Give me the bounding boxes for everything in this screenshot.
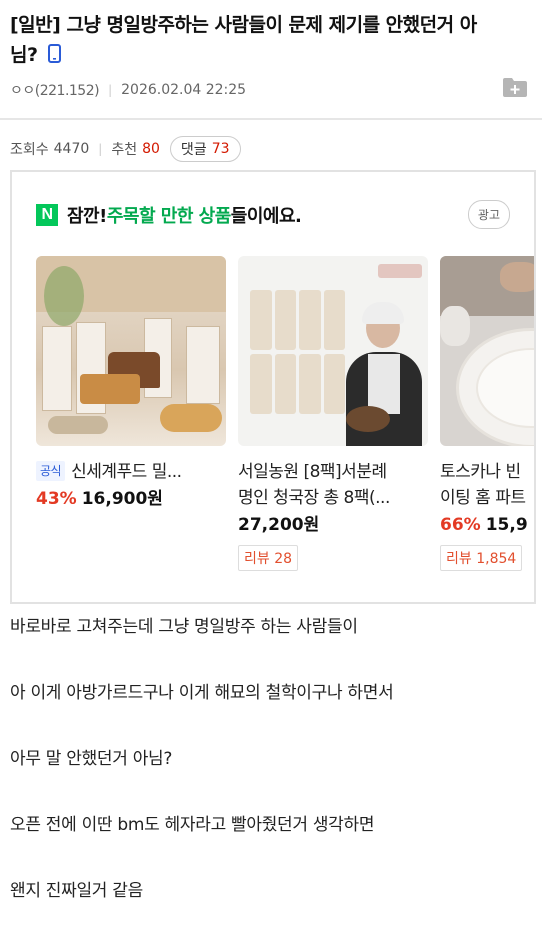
product-card[interactable]: 토스카나 빈 이팅 홈 파트 66% 15,9 리뷰 1,854 — [440, 256, 534, 571]
product-image — [36, 256, 226, 446]
ad-product-carousel: N 잠깐! 주목할 만한 상품 들이에요. 광고 공식 신세계푸드 밀... 43… — [10, 170, 536, 604]
product-price: 43% 16,900원 — [36, 485, 226, 513]
post-title-line1: [일반] 그냥 명일방주하는 사람들이 문제 제기를 안했던거 아 — [10, 14, 477, 36]
ad-heading-prefix: 잠깐! — [67, 206, 107, 227]
post-title-line2: 님? — [10, 44, 38, 66]
post-meta: ㅇㅇ(221.152) | 2026.02.04 22:25 — [10, 80, 246, 100]
product-name-line1: 신세계푸드 밀... — [71, 462, 182, 482]
product-card[interactable]: 공식 신세계푸드 밀... 43% 16,900원 — [36, 256, 226, 513]
product-image — [238, 256, 428, 446]
product-name-line2: 명인 청국장 총 8팩(... — [238, 488, 390, 508]
mobile-phone-icon — [47, 42, 61, 72]
product-price-value: 27,200원 — [238, 515, 320, 535]
product-discount: 66% — [440, 515, 481, 535]
views-label: 조회수 — [10, 142, 49, 158]
product-image — [440, 256, 534, 446]
comments-count: 73 — [211, 141, 230, 157]
product-review-count: 리뷰 28 — [238, 545, 299, 571]
body-text-line: 아 이게 아방가르드구나 이게 해묘의 철학이구나 하면서 — [10, 683, 394, 703]
comments-label: 댓글 — [180, 142, 207, 158]
ad-heading-suffix: 들이에요. — [230, 206, 302, 227]
post-stats: 조회수 4470 | 추천 80 댓글 73 — [10, 136, 241, 162]
folder-add-icon[interactable] — [502, 76, 528, 98]
product-price-value: 15,9 — [485, 515, 528, 535]
ad-heading: N 잠깐! 주목할 만한 상품 들이에요. — [36, 202, 302, 228]
post-datetime: 2026.02.04 22:25 — [121, 82, 247, 98]
post-title: [일반] 그냥 명일방주하는 사람들이 문제 제기를 안했던거 아 님? — [10, 10, 530, 72]
meta-separator: | — [108, 83, 113, 97]
product-name-line1: 토스카나 빈 — [440, 462, 521, 482]
body-text-line: 오픈 전에 이딴 bm도 헤자라고 빨아줬던거 생각하면 — [10, 815, 375, 835]
stats-separator: | — [98, 142, 103, 156]
recommend-count: 80 — [142, 141, 160, 157]
body-text-line: 바로바로 고쳐주는데 그냥 명일방주 하는 사람들이 — [10, 617, 358, 637]
author-name[interactable]: ㅇㅇ(221.152) — [10, 80, 100, 100]
product-price-value: 16,900원 — [81, 489, 163, 509]
body-text-line: 왠지 진짜일거 같음 — [10, 881, 143, 901]
header-divider — [0, 118, 542, 120]
product-name-line2: 이팅 홈 파트 — [440, 488, 526, 508]
product-card[interactable]: 서일농원 [8팩]서분례 명인 청국장 총 8팩(... 27,200원 리뷰 … — [238, 256, 428, 571]
ad-badge[interactable]: 광고 — [467, 200, 510, 229]
views-count: 4470 — [53, 141, 90, 157]
naver-logo-icon: N — [36, 204, 58, 226]
comments-button[interactable]: 댓글 73 — [169, 136, 241, 162]
product-discount: 43% — [36, 489, 77, 509]
product-price: 27,200원 — [238, 511, 428, 539]
recommend-label: 추천 — [111, 142, 138, 158]
ad-heading-highlight: 주목할 만한 상품 — [106, 206, 231, 227]
body-text-line: 아무 말 안했던거 아님? — [10, 749, 173, 769]
official-tag: 공식 — [36, 461, 66, 481]
product-name: 공식 신세계푸드 밀... — [36, 459, 226, 485]
product-review-count: 리뷰 1,854 — [440, 545, 523, 571]
product-price: 66% 15,9 — [440, 511, 534, 539]
product-name-line1: 서일농원 [8팩]서분례 — [238, 462, 387, 482]
